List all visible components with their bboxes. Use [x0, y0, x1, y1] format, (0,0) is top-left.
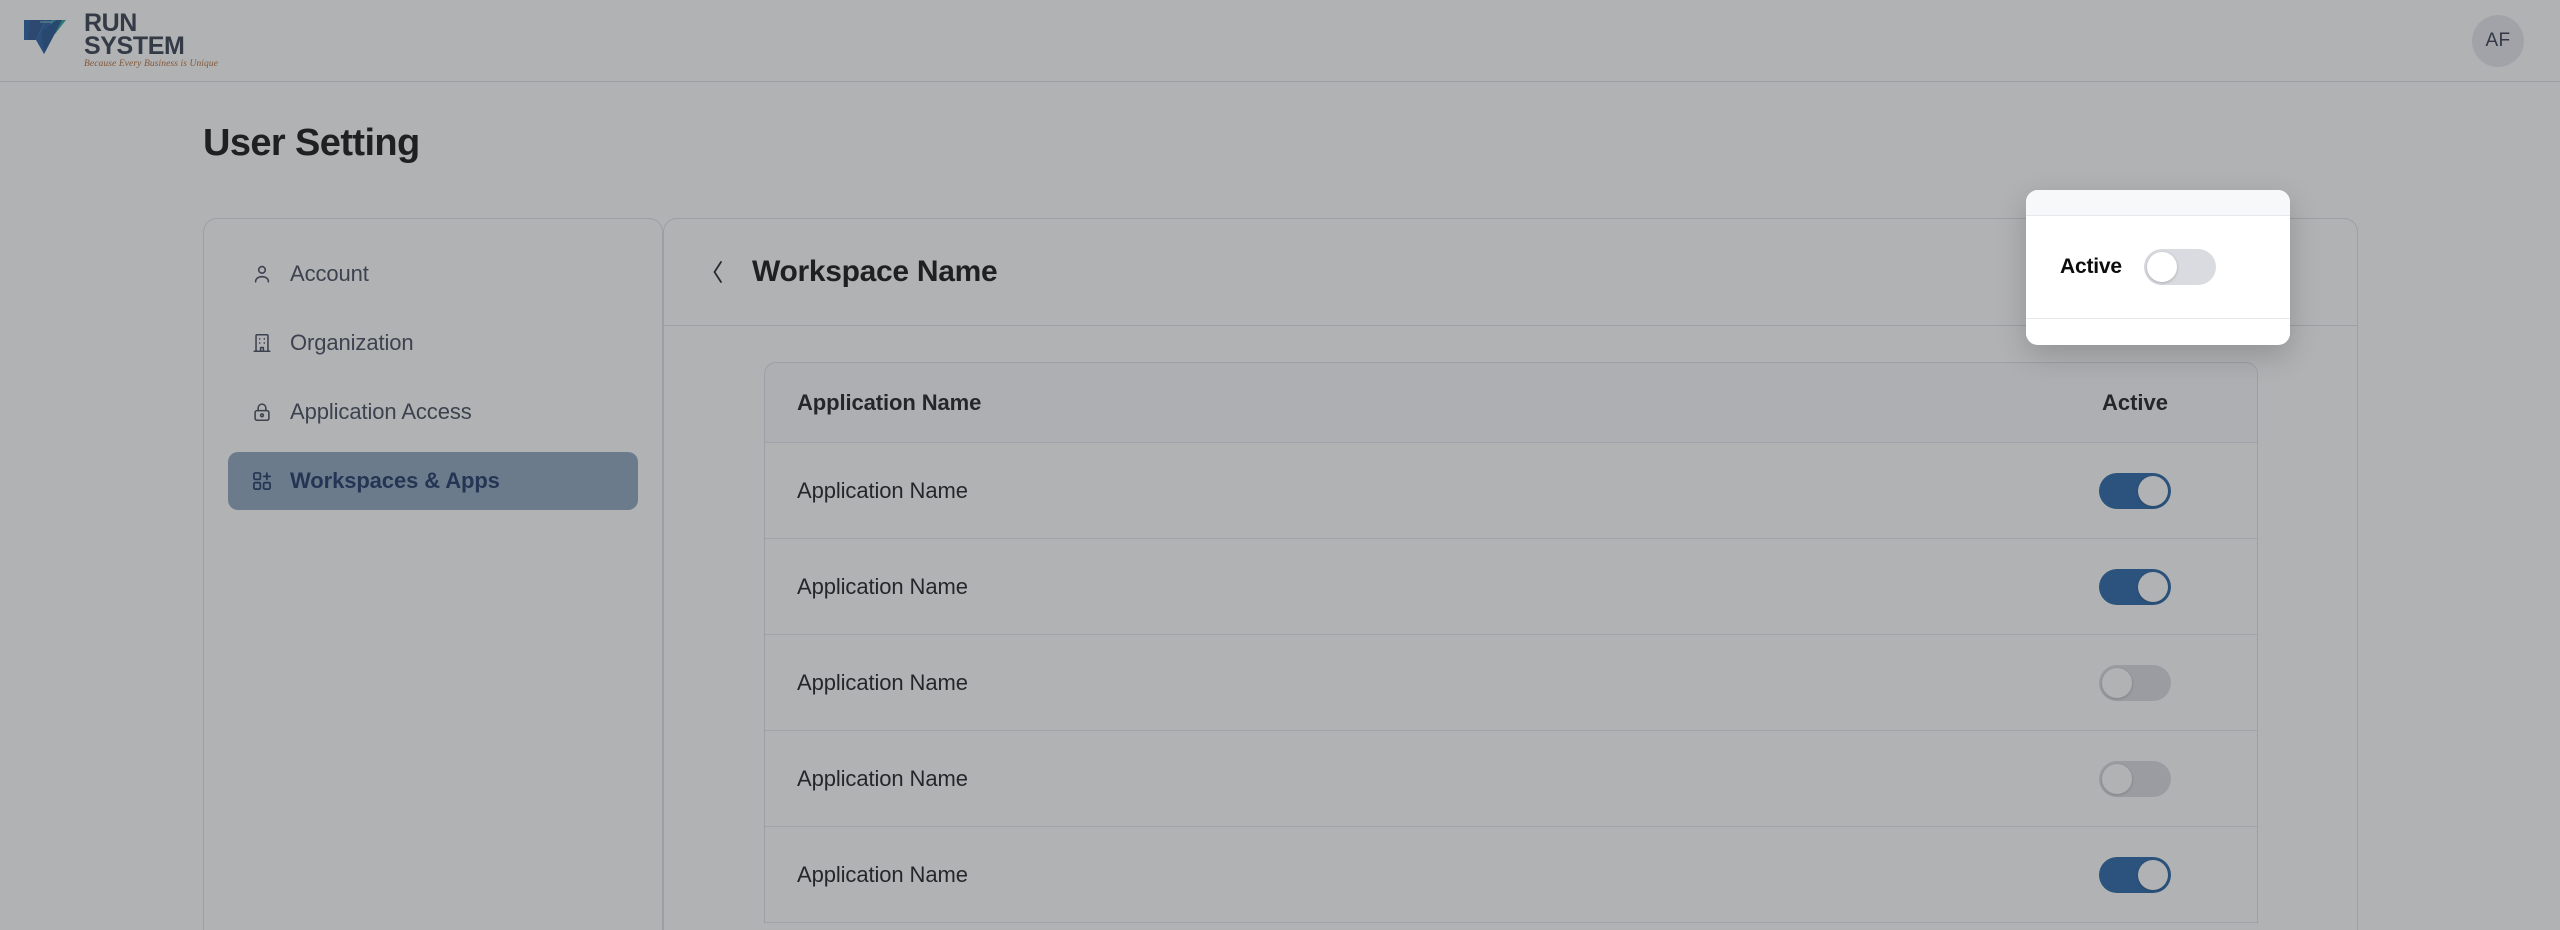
popup-active-label: Active [2060, 255, 2122, 278]
active-toggle-popup: Active [2026, 190, 2290, 345]
toggle-knob [2146, 252, 2177, 282]
popup-header-strip [2026, 190, 2290, 216]
app-root: RUN SYSTEM Because Every Business is Uni… [0, 0, 2560, 930]
popup-active-toggle[interactable] [2143, 249, 2216, 285]
popup-footer-strip [2026, 318, 2290, 344]
modal-overlay[interactable] [0, 0, 2560, 930]
popup-body: Active [2026, 216, 2290, 318]
